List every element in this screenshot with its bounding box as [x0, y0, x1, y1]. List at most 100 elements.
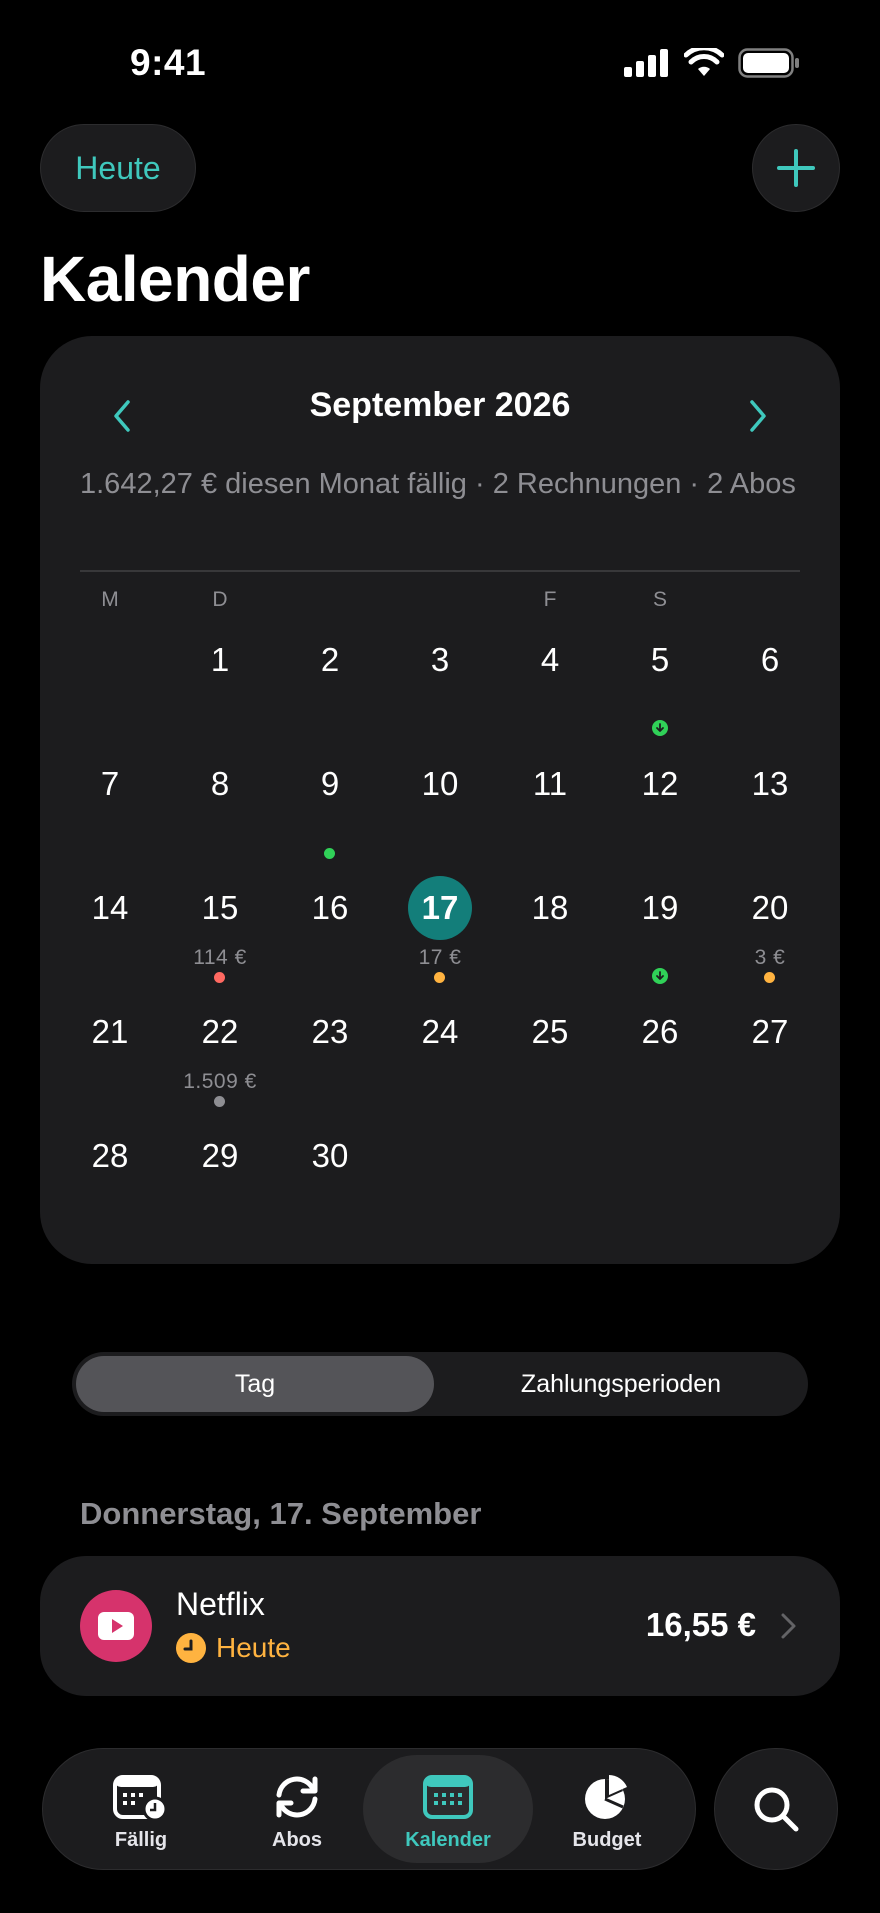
day-number: 1	[210, 641, 230, 678]
day-number: 5	[650, 641, 670, 678]
weekday-label: F	[543, 588, 557, 611]
page-title: Kalender	[40, 243, 310, 315]
pie-chart-icon	[585, 1775, 627, 1819]
calendar-day[interactable]: 25	[500, 1000, 600, 1124]
day-number: 26	[641, 1013, 679, 1050]
calendar-day[interactable]: 6	[720, 628, 820, 752]
calendar-day[interactable]: 18	[500, 876, 600, 1000]
payment-amount: 16,55 €	[645, 1606, 756, 1643]
day-number: 18	[531, 889, 569, 926]
calendar-day[interactable]: 23	[280, 1000, 380, 1124]
divider	[80, 570, 800, 572]
calendar-day[interactable]: 4	[500, 628, 600, 752]
today-button[interactable]: Heute	[40, 124, 196, 212]
calendar-day[interactable]: 16	[280, 876, 380, 1000]
payment-dot	[434, 972, 445, 983]
calendar-day[interactable]: 26	[610, 1000, 710, 1124]
status-bar: 9:41	[0, 0, 880, 120]
day-number: 9	[320, 765, 340, 802]
status-icons	[624, 48, 800, 78]
view-segmented-control: Tag Zahlungsperioden	[72, 1352, 808, 1416]
payment-item-netflix[interactable]: Netflix Heute 16,55 €	[40, 1556, 840, 1696]
payment-status-label: Heute	[216, 1632, 291, 1663]
payment-name: Netflix	[176, 1586, 265, 1622]
weekday-label: M	[101, 588, 119, 611]
payment-dot	[214, 972, 225, 983]
calendar-day[interactable]: 9	[280, 752, 380, 876]
day-number: 20	[751, 889, 789, 926]
calendar-clock-icon	[113, 1775, 168, 1821]
day-number: 7	[100, 765, 120, 802]
calendar-day[interactable]: 3	[390, 628, 490, 752]
month-title: September 2026	[309, 386, 571, 424]
day-amount: 1.509 €	[183, 1070, 257, 1093]
day-number: 8	[210, 765, 230, 802]
day-number: 30	[311, 1137, 349, 1174]
calendar-day[interactable]: 28	[60, 1124, 160, 1248]
payment-dot	[764, 972, 775, 983]
segment-payment-periods[interactable]: Zahlungsperioden	[438, 1356, 804, 1412]
wifi-icon	[684, 48, 724, 76]
day-number: 11	[532, 765, 568, 802]
calendar-day[interactable]: 22 1.509 €	[170, 1000, 270, 1124]
calendar-day[interactable]: 30	[280, 1124, 380, 1248]
add-button[interactable]	[752, 124, 840, 212]
day-number: 16	[311, 889, 349, 926]
day-number: 19	[641, 889, 679, 926]
weekday-header: MDFS	[0, 588, 880, 614]
payment-status: Heute	[176, 1632, 291, 1664]
search-button[interactable]	[714, 1748, 838, 1870]
tab-bar: Fällig Abos Kalender Budget	[42, 1748, 696, 1870]
calendar-day[interactable]: 24	[390, 1000, 490, 1124]
calendar-day[interactable]: 29	[170, 1124, 270, 1248]
refresh-icon	[276, 1776, 318, 1818]
day-number: 3	[430, 641, 450, 678]
weekday-label: S	[652, 588, 667, 611]
month-summary: 1.642,27 € diesen Monat fällig · 2 Rechn…	[80, 468, 796, 500]
tab-label: Fällig	[114, 1829, 168, 1851]
calendar-day[interactable]: 15 114 €	[170, 876, 270, 1000]
tab-label: Kalender	[405, 1829, 491, 1851]
clock-icon	[176, 1633, 206, 1663]
day-number: 24	[421, 1013, 459, 1050]
tab-abos[interactable]: Abos	[219, 1755, 375, 1863]
calendar-day[interactable]: 11	[500, 752, 600, 876]
calendar-day[interactable]: 21	[60, 1000, 160, 1124]
calendar-day[interactable]: 27	[720, 1000, 820, 1124]
day-number: 29	[201, 1137, 239, 1174]
day-number: 4	[540, 641, 560, 678]
day-number: 12	[641, 765, 679, 802]
calendar-day[interactable]: 7	[60, 752, 160, 876]
calendar-day[interactable]: 14	[60, 876, 160, 1000]
weekday-label: D	[212, 588, 228, 611]
calendar-day[interactable]: 20 3 €	[720, 876, 820, 1000]
day-number: 21	[91, 1013, 129, 1050]
day-amount: 3 €	[754, 946, 786, 969]
status-time: 9:41	[130, 42, 207, 83]
selected-date-heading: Donnerstag, 17. September	[80, 1496, 482, 1531]
calendar-day[interactable]: 8	[170, 752, 270, 876]
calendar-day[interactable]: 13	[720, 752, 820, 876]
calendar-day[interactable]: 19	[610, 876, 710, 1000]
tab-label: Budget	[572, 1829, 642, 1851]
segment-day[interactable]: Tag	[76, 1356, 434, 1412]
tab-kalender[interactable]: Kalender	[363, 1755, 533, 1863]
calendar-day-today[interactable]: 17 17 €	[390, 876, 490, 1000]
calendar-day[interactable]: 2	[280, 628, 380, 752]
day-number: 27	[751, 1013, 789, 1050]
day-number: 6	[760, 641, 780, 678]
signal-icon	[624, 49, 668, 77]
tab-budget[interactable]: Budget	[529, 1755, 685, 1863]
day-amount: 17 €	[418, 946, 462, 969]
calendar-day[interactable]: 5	[610, 628, 710, 752]
calendar-day[interactable]: 12	[610, 752, 710, 876]
day-number: 25	[531, 1013, 569, 1050]
day-number: 2	[320, 641, 340, 678]
day-number: 28	[91, 1137, 129, 1174]
calendar-day[interactable]: 10	[390, 752, 490, 876]
plus-icon	[777, 149, 815, 187]
income-arrow-icon	[652, 968, 668, 984]
day-number: 23	[311, 1013, 349, 1050]
tab-faellig[interactable]: Fällig	[63, 1755, 219, 1863]
calendar-day[interactable]: 1	[170, 628, 270, 752]
